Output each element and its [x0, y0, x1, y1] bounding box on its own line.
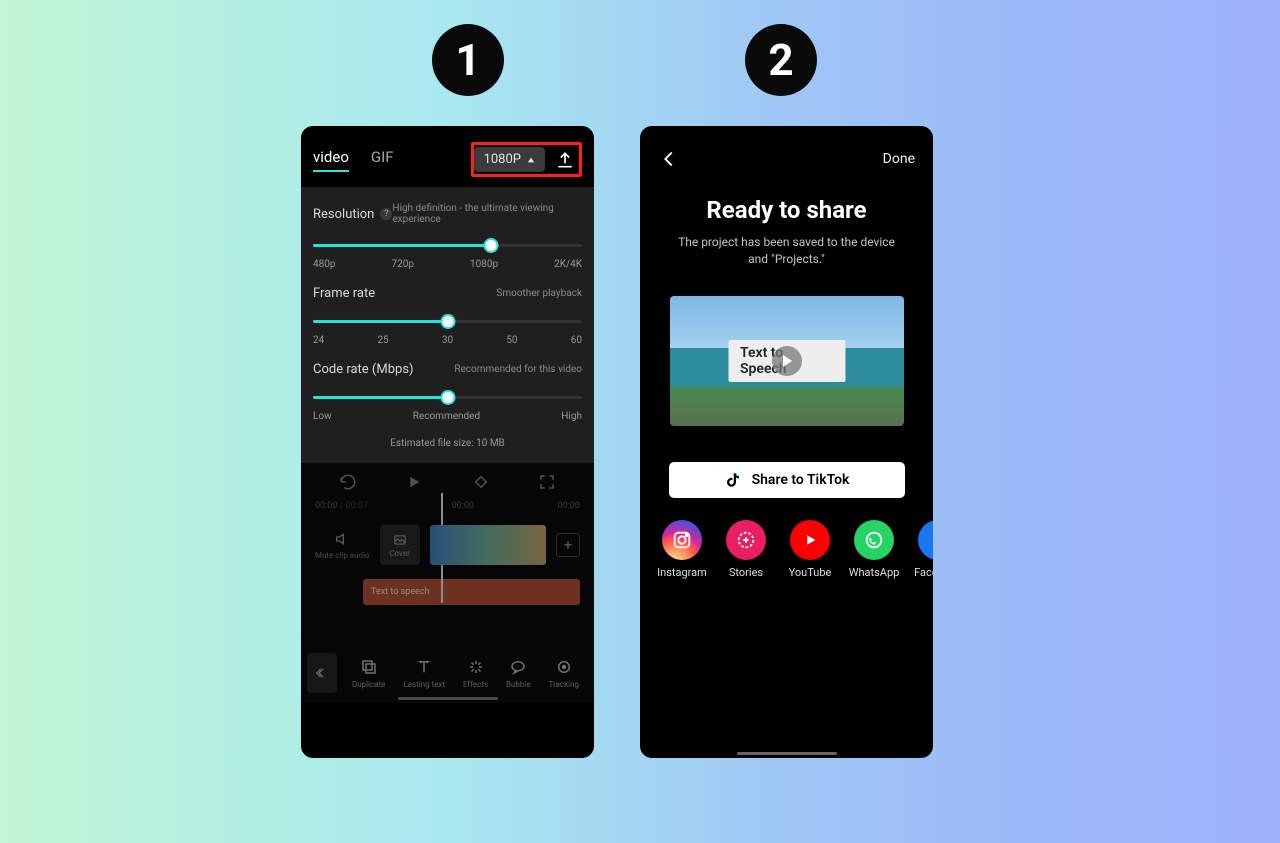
estimated-size: Estimated file size: 10 MB	[313, 438, 582, 449]
share-stories[interactable]: Stories	[722, 520, 770, 579]
play-icon[interactable]	[405, 473, 423, 491]
upload-icon	[555, 150, 575, 170]
share-options: Instagram Stories YouTube WhatsApp Faceb…	[658, 520, 933, 579]
res-tick: 480p	[313, 259, 335, 270]
fr-tick: 50	[506, 335, 517, 346]
whatsapp-icon	[863, 529, 885, 551]
share-instagram[interactable]: Instagram	[658, 520, 706, 579]
share-facebook[interactable]: Facebook	[914, 520, 933, 579]
tool-lasting-text[interactable]: Lasting text	[403, 658, 445, 689]
tiktok-icon	[724, 471, 742, 489]
framerate-slider[interactable]	[313, 311, 582, 333]
share-youtube[interactable]: YouTube	[786, 520, 834, 579]
tool-tracking[interactable]: Tracking	[549, 658, 579, 689]
facebook-icon	[927, 529, 933, 551]
page-subtitle: The project has been saved to the device…	[670, 234, 903, 268]
resolution-value: 1080P	[484, 152, 521, 167]
tool-effects[interactable]: Effects	[463, 658, 488, 689]
framerate-label: Frame rate	[313, 286, 375, 301]
coderate-hint: Recommended for this video	[454, 364, 582, 375]
framerate-hint: Smoother playback	[496, 288, 582, 299]
res-tick: 2K/4K	[554, 259, 582, 270]
image-icon	[393, 533, 407, 547]
phone-export-settings: video GIF 1080P Resolution ?	[301, 126, 594, 758]
resolution-label: Resolution	[313, 207, 374, 222]
tool-duplicate[interactable]: Duplicate	[352, 658, 385, 689]
instagram-icon	[671, 529, 693, 551]
export-tabs: video GIF 1080P	[301, 126, 594, 187]
back-button[interactable]	[658, 148, 680, 170]
home-indicator	[398, 697, 498, 700]
fr-tick: 25	[377, 335, 388, 346]
play-icon	[772, 346, 802, 376]
resolution-slider[interactable]	[313, 235, 582, 257]
video-thumbnail[interactable]: Text to Speech	[670, 296, 904, 426]
cr-tick: Recommended	[332, 411, 562, 422]
tool-bubble[interactable]: Bubble	[506, 658, 531, 689]
step-badge-1: 1	[432, 24, 504, 96]
fr-tick: 60	[571, 335, 582, 346]
fr-tick: 24	[313, 335, 324, 346]
add-clip-button[interactable]: +	[556, 533, 580, 557]
export-button[interactable]	[555, 150, 575, 170]
fullscreen-icon[interactable]	[538, 473, 556, 491]
youtube-icon	[799, 529, 821, 551]
fr-tick: 30	[442, 335, 453, 346]
chevron-left-icon	[315, 666, 329, 680]
cr-tick: Low	[313, 411, 332, 422]
speaker-icon	[334, 531, 350, 547]
video-clip[interactable]	[430, 525, 546, 565]
coderate-slider[interactable]	[313, 387, 582, 409]
cover-button[interactable]: Cover	[380, 525, 420, 565]
done-link[interactable]: Done	[883, 151, 915, 167]
tab-video[interactable]: video	[313, 148, 349, 172]
cr-tick: High	[561, 411, 582, 422]
tab-gif[interactable]: GIF	[371, 148, 394, 172]
res-tick: 720p	[391, 259, 413, 270]
res-tick: 1080p	[470, 259, 498, 270]
phone-ready-to-share: Done Ready to share The project has been…	[640, 126, 933, 758]
home-indicator	[737, 752, 837, 755]
mute-clip-audio[interactable]: Mute clip audio	[315, 531, 370, 560]
stories-icon	[735, 529, 757, 551]
keyframe-icon[interactable]	[472, 473, 490, 491]
page-title: Ready to share	[640, 196, 933, 224]
help-icon[interactable]: ?	[380, 208, 392, 220]
tiktok-button-label: Share to TikTok	[752, 472, 850, 488]
undo-icon[interactable]	[339, 473, 357, 491]
tts-track[interactable]: Text to speech	[363, 579, 580, 605]
highlight-box: 1080P	[471, 142, 582, 177]
coderate-label: Code rate (Mbps)	[313, 362, 414, 377]
editor-background: 00:00 / 00:07 00:00 00:00 Mute clip audi…	[301, 463, 594, 703]
step-badge-2: 2	[745, 24, 817, 96]
back-button[interactable]	[307, 653, 337, 693]
share-to-tiktok-button[interactable]: Share to TikTok	[669, 462, 905, 498]
chevron-up-icon	[527, 156, 535, 164]
resolution-hint: High definition - the ultimate viewing e…	[392, 203, 582, 225]
share-whatsapp[interactable]: WhatsApp	[850, 520, 898, 579]
resolution-dropdown[interactable]: 1080P	[474, 147, 545, 172]
